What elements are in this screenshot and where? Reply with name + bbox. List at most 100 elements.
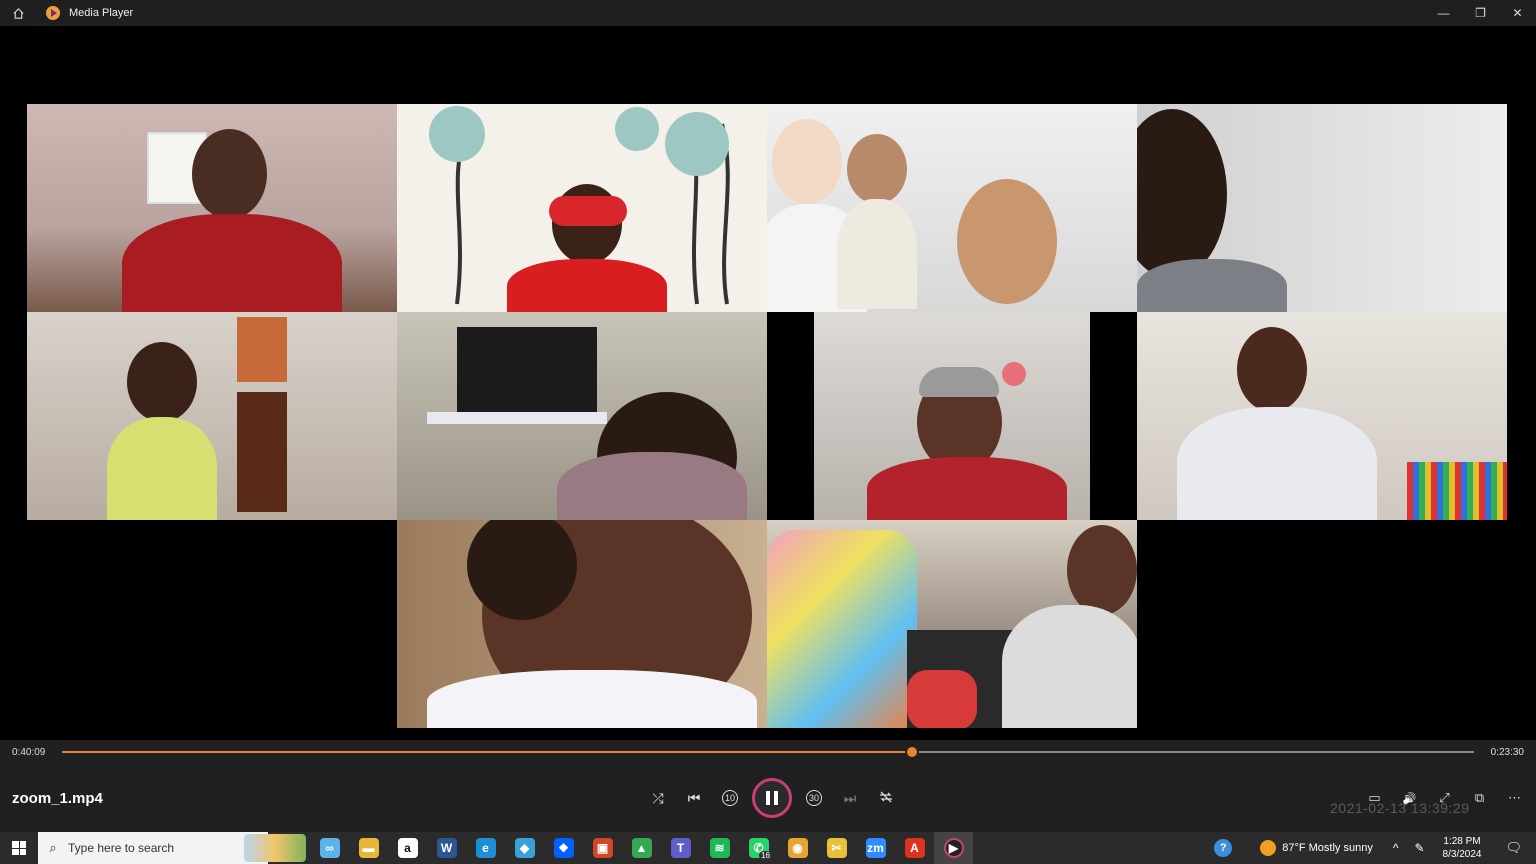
title-bar: Media Player — ❐ ✕	[0, 0, 1536, 26]
start-button[interactable]	[0, 832, 38, 864]
acrobat-icon: A	[904, 838, 925, 858]
clock-date: 8/3/2024	[1442, 849, 1482, 860]
transport-controls: ⤮ ⏮ 10 30 ⏭	[640, 778, 904, 818]
taskbar-app-zoom[interactable]: zm	[856, 832, 895, 864]
elapsed-time: 0:40:09	[12, 747, 46, 758]
clock-time: 1:28 PM	[1443, 836, 1481, 847]
taskbar-app-edge[interactable]: e	[466, 832, 505, 864]
video-tile	[1137, 312, 1507, 520]
video-tile	[1137, 104, 1507, 312]
volume-icon: 🔊	[1402, 792, 1417, 805]
video-tile	[397, 312, 767, 520]
weather-text: 87°F Mostly sunny	[1282, 842, 1373, 854]
file-name: zoom_1.mp4	[12, 790, 103, 807]
video-tile	[767, 312, 1137, 520]
taskbar-app-dropbox[interactable]: ❖	[544, 832, 583, 864]
more-icon: ⋯	[1508, 790, 1521, 805]
fullscreen-button[interactable]: ⤢	[1427, 788, 1462, 808]
chrome-icon: ◉	[787, 838, 808, 858]
search-placeholder: Type here to search	[68, 841, 175, 855]
pause-button[interactable]	[752, 778, 792, 818]
google-drive-icon: ▲	[631, 838, 652, 858]
taskbar-app-snipping[interactable]: ✂	[817, 832, 856, 864]
volume-button[interactable]: 🔊	[1392, 788, 1427, 808]
show-hidden-icons[interactable]: ^	[1385, 832, 1407, 864]
video-tile	[27, 312, 397, 520]
zoom-icon: zm	[865, 838, 886, 858]
taskbar-app-chrome[interactable]: ◉	[778, 832, 817, 864]
player-tools: ▭ 🔊 ⤢ ⧉ ⋯	[1357, 788, 1532, 808]
seek-progress-fill	[62, 751, 913, 753]
video-tile	[397, 104, 767, 312]
skip-back-button[interactable]: 10	[712, 778, 748, 818]
notification-badge: 16	[759, 851, 772, 860]
captions-icon: ▭	[1368, 790, 1381, 805]
taskbar-app-office-lens[interactable]: ▣	[583, 832, 622, 864]
taskbar-app-word[interactable]: W	[427, 832, 466, 864]
task-view-icon: ∞	[319, 838, 340, 858]
next-button[interactable]: ⏭	[832, 778, 868, 818]
video-tile	[397, 520, 767, 728]
previous-button[interactable]: ⏮	[676, 778, 712, 818]
search-icon: ⌕	[49, 840, 57, 855]
taskbar-search[interactable]: ⌕ Type here to search	[38, 832, 306, 864]
previous-icon: ⏮	[687, 789, 701, 806]
taskbar-app-task-view[interactable]: ∞	[310, 832, 349, 864]
dropbox-icon: ❖	[553, 838, 574, 858]
spotify-icon: ≋	[709, 838, 730, 858]
remaining-time: 0:23:30	[1490, 747, 1524, 758]
captions-button[interactable]: ▭	[1357, 788, 1392, 808]
video-tile	[27, 104, 397, 312]
skip-forward-button[interactable]: 30	[796, 778, 832, 818]
office-lens-icon: ▣	[592, 838, 613, 858]
more-options-button[interactable]: ⋯	[1497, 788, 1532, 808]
search-highlight-image	[244, 834, 306, 862]
taskbar-app-file-explorer[interactable]: ▬	[349, 832, 388, 864]
miniplayer-icon: ⧉	[1474, 790, 1485, 805]
seek-bar[interactable]	[62, 745, 1474, 759]
repeat-button[interactable]	[868, 778, 904, 818]
video-tile	[767, 520, 1137, 728]
system-tray: ? 87°F Mostly sunny ^ ✎ 1:28 PM 8/3/2024…	[1198, 832, 1536, 864]
snipping-icon: ✂	[826, 838, 847, 858]
window-title: Media Player	[69, 7, 134, 19]
miniplayer-button[interactable]: ⧉	[1462, 788, 1497, 808]
taskbar-app-spotify[interactable]: ≋	[700, 832, 739, 864]
taskbar-app-amazon[interactable]: a	[388, 832, 427, 864]
amazon-icon: a	[397, 838, 418, 858]
seek-thumb[interactable]	[905, 745, 920, 759]
playback-controls: 0:40:09 0:23:30 zoom_1.mp4 ⤮ ⏮ 10 30 ⏭ 2…	[0, 740, 1536, 832]
clock[interactable]: 1:28 PM 8/3/2024	[1433, 835, 1492, 861]
windows-icon	[12, 841, 26, 855]
shuffle-button[interactable]: ⤮	[640, 778, 676, 818]
home-icon[interactable]	[0, 0, 36, 26]
skip-forward-icon: 30	[806, 790, 822, 806]
taskbar-app-whatsapp[interactable]: ✆ 16	[739, 832, 778, 864]
taskbar-app-teams[interactable]: T	[661, 832, 700, 864]
weather-icon	[1260, 840, 1277, 856]
taskbar-app-media-player[interactable]: ▶	[934, 832, 973, 864]
restore-button[interactable]: ❐	[1462, 0, 1499, 26]
notifications-icon[interactable]: 🗨	[1491, 832, 1536, 864]
next-icon: ⏭	[843, 789, 857, 806]
file-explorer-icon: ▬	[358, 838, 379, 858]
word-icon: W	[436, 838, 457, 858]
edge-icon: e	[475, 838, 496, 858]
shuffle-icon: ⤮	[652, 789, 664, 806]
help-icon[interactable]: ?	[1198, 832, 1248, 864]
video-tile	[767, 104, 1137, 312]
fullscreen-icon: ⤢	[1439, 790, 1450, 805]
pen-icon[interactable]: ✎	[1406, 832, 1432, 864]
skip-back-icon: 10	[722, 790, 738, 806]
taskbar-app-photos[interactable]: ◆	[505, 832, 544, 864]
media-player-icon: ▶	[943, 838, 964, 858]
close-button[interactable]: ✕	[1499, 0, 1536, 26]
teams-icon: T	[670, 838, 691, 858]
taskbar-app-acrobat[interactable]: A	[895, 832, 934, 864]
video-surface[interactable]	[0, 26, 1536, 740]
photos-icon: ◆	[514, 838, 535, 858]
media-player-app-icon	[46, 6, 60, 20]
minimize-button[interactable]: —	[1425, 0, 1462, 26]
taskbar-app-google-drive[interactable]: ▲	[622, 832, 661, 864]
weather-widget[interactable]: 87°F Mostly sunny	[1248, 832, 1385, 864]
